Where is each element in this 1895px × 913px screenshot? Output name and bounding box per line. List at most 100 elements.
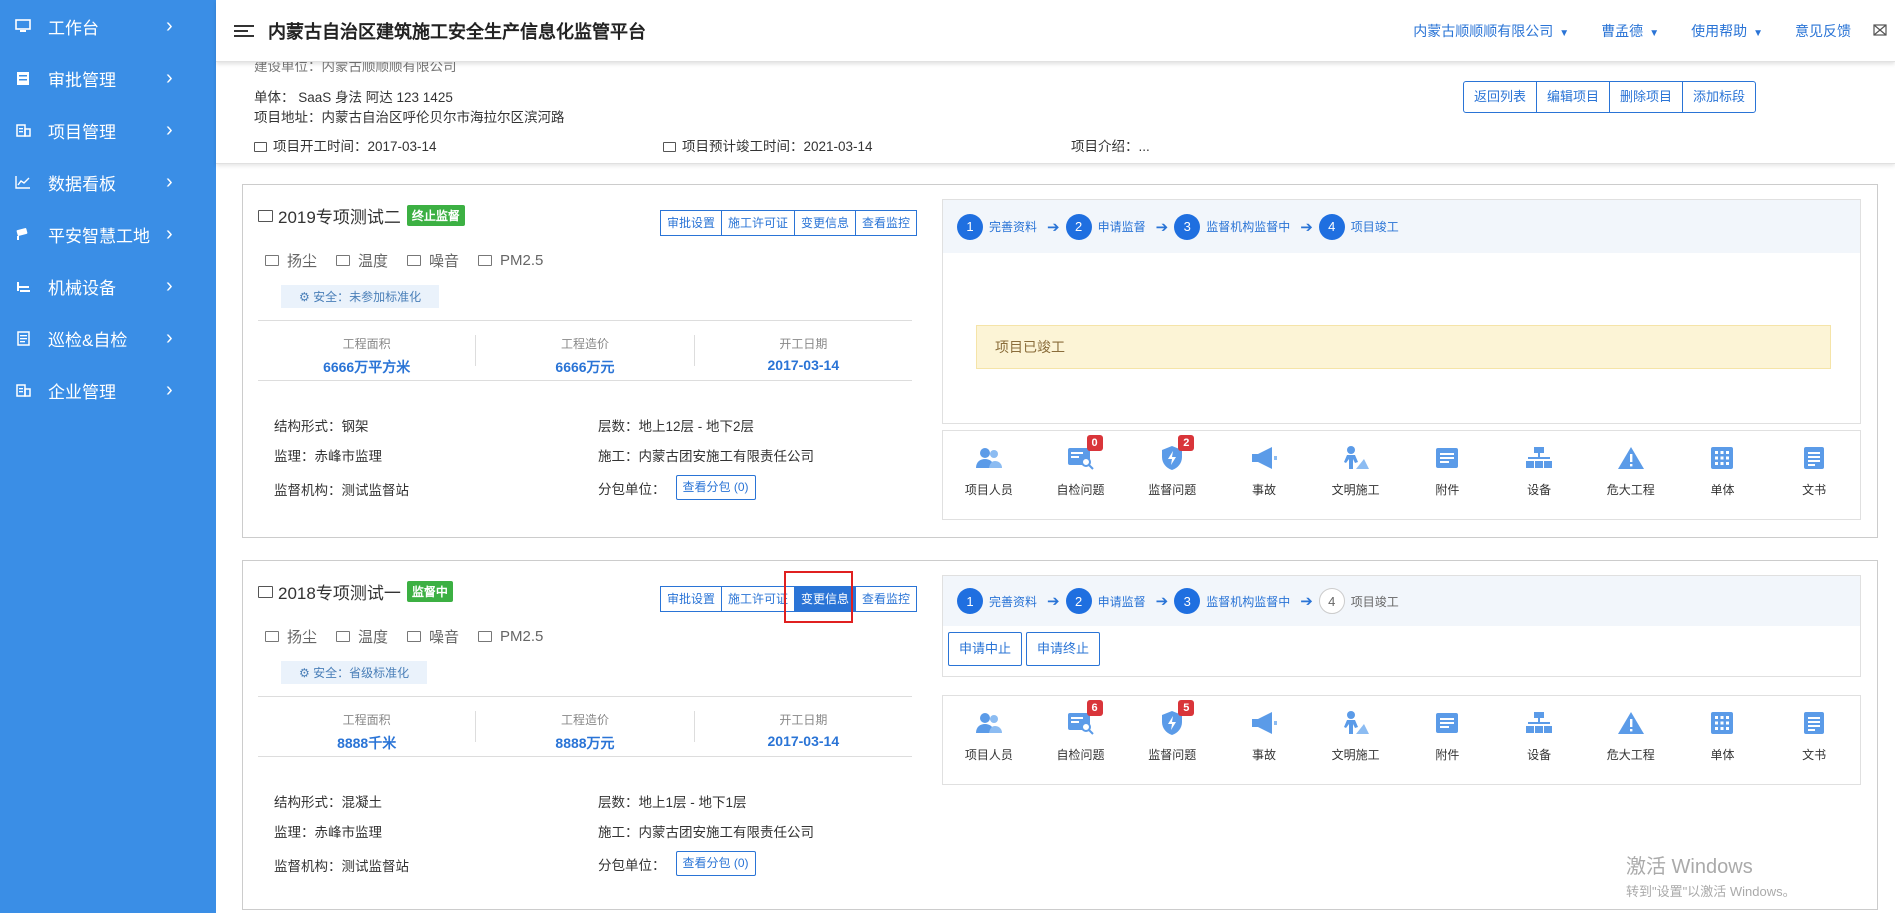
module-hazardous-works[interactable]: 危大工程 [1585, 431, 1677, 519]
stat-label: 开工日期 [779, 337, 828, 351]
sidebar-item-label: 机械设备 [48, 278, 116, 298]
sidebar-item-approval[interactable]: 审批管理 › [0, 52, 216, 104]
step-label: 监督机构监督中 [1206, 220, 1291, 234]
module-self-check[interactable]: 0 自检问题 [1035, 431, 1127, 519]
module-label: 事故 [1251, 748, 1276, 762]
module-label: 设备 [1527, 748, 1552, 762]
supervision-agency: 监督机构：测试监督站 [274, 483, 409, 498]
sensor-noise[interactable]: 噪音 [407, 626, 459, 647]
supervision-agency: 监督机构：测试监督站 [274, 859, 409, 874]
camera-icon [12, 223, 34, 245]
contractor: 施工：内蒙古团安施工有限责任公司 [598, 825, 814, 840]
step-label: 完善资料 [989, 220, 1038, 234]
sensor-pm25[interactable]: PM2.5 [478, 250, 543, 271]
view-subcontract-button[interactable]: 查看分包 (0) [675, 475, 756, 500]
construction-permit-button[interactable]: 施工许可证 [720, 210, 795, 236]
sensor-dust[interactable]: 扬尘 [265, 626, 317, 647]
sensor-temperature[interactable]: 温度 [336, 626, 388, 647]
company-dropdown[interactable]: 内蒙古顺顺顺有限公司 ▼ [1413, 21, 1569, 41]
sensor-noise[interactable]: 噪音 [407, 250, 459, 271]
step-label: 项目竣工 [1350, 220, 1399, 234]
module-label: 附件 [1435, 748, 1460, 762]
module-attachments[interactable]: 附件 [1402, 696, 1494, 784]
stat-label: 开工日期 [779, 713, 828, 727]
module-equipment[interactable]: 设备 [1493, 431, 1585, 519]
sidebar-item-smart-site[interactable]: 平安智慧工地 › [0, 208, 216, 260]
module-personnel[interactable]: 项目人员 [943, 431, 1035, 519]
close-icon[interactable] [1873, 23, 1887, 39]
module-label: 文明施工 [1331, 748, 1380, 762]
safety-text: 安全：未参加标准化 [313, 290, 422, 304]
step-number: 3 [1174, 213, 1201, 240]
user-dropdown[interactable]: 曹孟德 ▼ [1601, 21, 1659, 41]
sidebar-item-machinery[interactable]: 机械设备 › [0, 260, 216, 312]
monitor-icon [254, 142, 267, 152]
sidebar-item-projects[interactable]: 项目管理 › [0, 104, 216, 156]
view-monitor-button[interactable]: 查看监控 [854, 210, 917, 236]
stat-label: 工程面积 [342, 337, 391, 351]
view-subcontract-button[interactable]: 查看分包 (0) [675, 851, 756, 876]
approval-settings-button[interactable]: 审批设置 [659, 586, 722, 612]
module-supervision-issues[interactable]: 5 监督问题 [1126, 696, 1218, 784]
feedback-link[interactable]: 意见反馈 [1795, 21, 1851, 41]
module-civilized-construction[interactable]: 文明施工 [1310, 696, 1402, 784]
delete-project-button[interactable]: 删除项目 [1609, 81, 1684, 113]
project-units: 单体： SaaS 身法 阿达 123 1425 [254, 90, 453, 105]
approval-settings-button[interactable]: 审批设置 [659, 210, 722, 236]
project-expected-end: 项目预计竣工时间：2021-03-14 [663, 135, 873, 155]
sensor-dust[interactable]: 扬尘 [265, 250, 317, 271]
stat-value: 2017-03-14 [767, 733, 840, 749]
megaphone-icon [1250, 444, 1278, 472]
apply-suspend-button[interactable]: 申请中止 [948, 632, 1023, 666]
module-label: 监督问题 [1148, 748, 1197, 762]
sidebar-item-dashboard[interactable]: 数据看板 › [0, 156, 216, 208]
edit-project-button[interactable]: 编辑项目 [1536, 81, 1611, 113]
module-supervision-issues[interactable]: 2 监督问题 [1126, 431, 1218, 519]
monitor-icon [478, 631, 493, 642]
module-self-check[interactable]: 6 自检问题 [1035, 696, 1127, 784]
module-label: 监督问题 [1148, 483, 1197, 497]
module-documents[interactable]: 文书 [1768, 696, 1860, 784]
help-label: 使用帮助 [1691, 22, 1748, 39]
module-hazardous-works[interactable]: 危大工程 [1585, 696, 1677, 784]
stat-value: 8888千米 [337, 735, 397, 751]
module-civilized-construction[interactable]: 文明施工 [1310, 431, 1402, 519]
checklist-icon [12, 327, 34, 349]
change-info-button[interactable]: 变更信息 [793, 210, 856, 236]
completed-notice: 项目已竣工 [976, 325, 1831, 369]
module-attachments[interactable]: 附件 [1402, 431, 1494, 519]
sidebar-item-enterprise[interactable]: 企业管理 › [0, 364, 216, 416]
monitor-icon [663, 142, 676, 152]
user-name: 曹孟德 [1601, 22, 1644, 39]
sensor-list: 扬尘 温度 噪音 PM2.5 [265, 250, 562, 271]
step-number: 4 [1318, 588, 1345, 614]
module-accident[interactable]: 事故 [1218, 696, 1310, 784]
module-label: 设备 [1527, 483, 1552, 497]
add-section-button[interactable]: 添加标段 [1682, 81, 1757, 113]
file-icon [1433, 444, 1461, 472]
stat-start-date: 开工日期 2017-03-14 [695, 335, 912, 373]
project-intro: 项目介绍：... [1071, 139, 1150, 154]
module-units[interactable]: 单体 [1677, 696, 1769, 784]
module-units[interactable]: 单体 [1677, 431, 1769, 519]
module-personnel[interactable]: 项目人员 [943, 696, 1035, 784]
sensor-pm25[interactable]: PM2.5 [478, 626, 543, 647]
sidebar-item-workbench[interactable]: 工作台 › [0, 0, 216, 52]
sensor-label: 扬尘 [287, 253, 318, 270]
monitor-icon [407, 631, 422, 642]
sidebar-item-label: 审批管理 [48, 70, 116, 90]
menu-toggle-icon[interactable] [234, 22, 254, 40]
back-to-list-button[interactable]: 返回列表 [1463, 81, 1538, 113]
module-accident[interactable]: 事故 [1218, 431, 1310, 519]
sensor-temperature[interactable]: 温度 [336, 250, 388, 271]
stat-area: 工程面积 6666万平方米 [258, 335, 477, 375]
step-3: 3 监督机构监督中 [1174, 588, 1290, 614]
sidebar-item-inspection[interactable]: 巡检&自检 › [0, 312, 216, 364]
module-documents[interactable]: 文书 [1768, 431, 1860, 519]
section-stats: 工程面积 8888千米 工程造价 8888万元 开工日期 2017-03-14 [258, 696, 912, 757]
help-dropdown[interactable]: 使用帮助 ▼ [1691, 21, 1763, 41]
module-equipment[interactable]: 设备 [1493, 696, 1585, 784]
apply-terminate-button[interactable]: 申请终止 [1026, 632, 1101, 666]
section-title: 2019专项测试二 终止监督 [258, 203, 465, 228]
view-monitor-button[interactable]: 查看监控 [854, 586, 917, 612]
